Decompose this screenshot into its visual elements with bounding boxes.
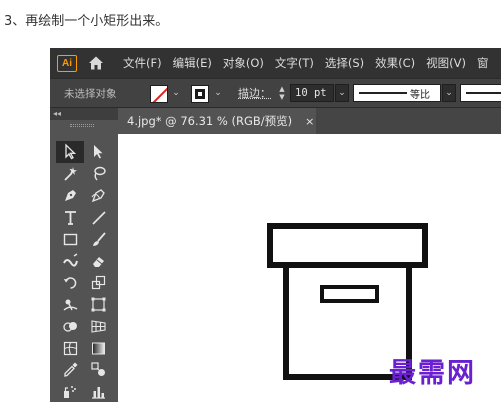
rotate-tool-icon[interactable]	[56, 272, 84, 294]
column-graph-tool-icon[interactable]	[84, 381, 112, 402]
direct-selection-tool-icon[interactable]	[84, 141, 112, 163]
pen-tool-icon[interactable]	[56, 185, 84, 207]
paintbrush-tool-icon[interactable]	[84, 228, 112, 250]
document-tab[interactable]: 4.jpg* @ 76.31 % (RGB/预览) ×	[118, 108, 316, 134]
shape-builder-tool-icon[interactable]	[56, 315, 84, 337]
control-bar: 未选择对象 ⌄ ⌄ 描边： ▲ ▼ 10 pt ⌄ 等比 ⌄	[50, 78, 501, 108]
panel-grip[interactable]	[70, 124, 94, 127]
menu-object[interactable]: 对象(O)	[223, 55, 264, 71]
mesh-tool-icon[interactable]	[56, 337, 84, 359]
stroke-color-swatch[interactable]	[191, 85, 209, 103]
gradient-tool-icon[interactable]	[84, 337, 112, 359]
selection-tool-icon[interactable]	[56, 141, 84, 163]
close-icon[interactable]: ×	[305, 115, 314, 128]
brush-definition[interactable]	[460, 84, 501, 102]
stroke-label[interactable]: 描边：	[238, 79, 271, 107]
home-icon[interactable]	[87, 54, 105, 72]
menu-bar: Ai 文件(F) 编辑(E) 对象(O) 文字(T) 选择(S) 效果(C) 视…	[50, 48, 501, 78]
app-logo: Ai	[57, 54, 77, 72]
eyedropper-tool-icon[interactable]	[56, 359, 84, 381]
box-lid-rectangle[interactable]	[267, 223, 428, 268]
tools-panel: ◂◂	[50, 108, 118, 402]
box-handle-rectangle[interactable]	[320, 285, 379, 303]
magic-wand-tool-icon[interactable]	[56, 163, 84, 185]
fill-color-swatch[interactable]	[150, 85, 168, 103]
menu-file[interactable]: 文件(F)	[123, 55, 162, 71]
free-transform-tool-icon[interactable]	[84, 294, 112, 316]
stroke-weight-field[interactable]: 10 pt	[290, 84, 334, 102]
document-tab-title: 4.jpg* @ 76.31 % (RGB/预览)	[127, 114, 293, 128]
line-segment-tool-icon[interactable]	[84, 206, 112, 228]
menu-effect[interactable]: 效果(C)	[375, 55, 415, 71]
panel-collapse-icon[interactable]: ◂◂	[50, 108, 118, 120]
menu-view[interactable]: 视图(V)	[426, 55, 466, 71]
illustrator-window: Ai 文件(F) 编辑(E) 对象(O) 文字(T) 选择(S) 效果(C) 视…	[50, 48, 501, 402]
tool-grid	[56, 141, 112, 402]
curvature-tool-icon[interactable]	[84, 185, 112, 207]
shaper-tool-icon[interactable]	[56, 250, 84, 272]
stroke-weight-spinner-icon[interactable]: ▲ ▼	[276, 85, 288, 102]
stroke-weight-dropdown-icon[interactable]: ⌄	[335, 84, 349, 102]
symbol-sprayer-tool-icon[interactable]	[56, 381, 84, 402]
document-tab-bar: 4.jpg* @ 76.31 % (RGB/预览) ×	[118, 108, 501, 134]
profile-dropdown-icon[interactable]: ⌄	[442, 84, 456, 102]
selection-status: 未选择对象	[64, 87, 117, 100]
step-caption: 3、再绘制一个小矩形出来。	[4, 14, 169, 29]
stroke-dropdown-chevron-icon[interactable]: ⌄	[213, 85, 223, 101]
blend-tool-icon[interactable]	[84, 359, 112, 381]
variable-width-profile[interactable]: 等比	[353, 84, 441, 102]
fill-dropdown-chevron-icon[interactable]: ⌄	[171, 85, 181, 101]
rectangle-tool-icon[interactable]	[56, 228, 84, 250]
menu-type[interactable]: 文字(T)	[275, 55, 314, 71]
type-tool-icon[interactable]	[56, 206, 84, 228]
site-watermark: 最需网	[389, 358, 476, 389]
eraser-tool-icon[interactable]	[84, 250, 112, 272]
lasso-tool-icon[interactable]	[84, 163, 112, 185]
menu-edit[interactable]: 编辑(E)	[173, 55, 212, 71]
scale-tool-icon[interactable]	[84, 272, 112, 294]
warp-tool-icon[interactable]	[56, 294, 84, 316]
menu-window[interactable]: 窗	[477, 55, 489, 71]
profile-label: 等比	[410, 89, 430, 101]
perspective-grid-tool-icon[interactable]	[84, 315, 112, 337]
menu-select[interactable]: 选择(S)	[325, 55, 364, 71]
